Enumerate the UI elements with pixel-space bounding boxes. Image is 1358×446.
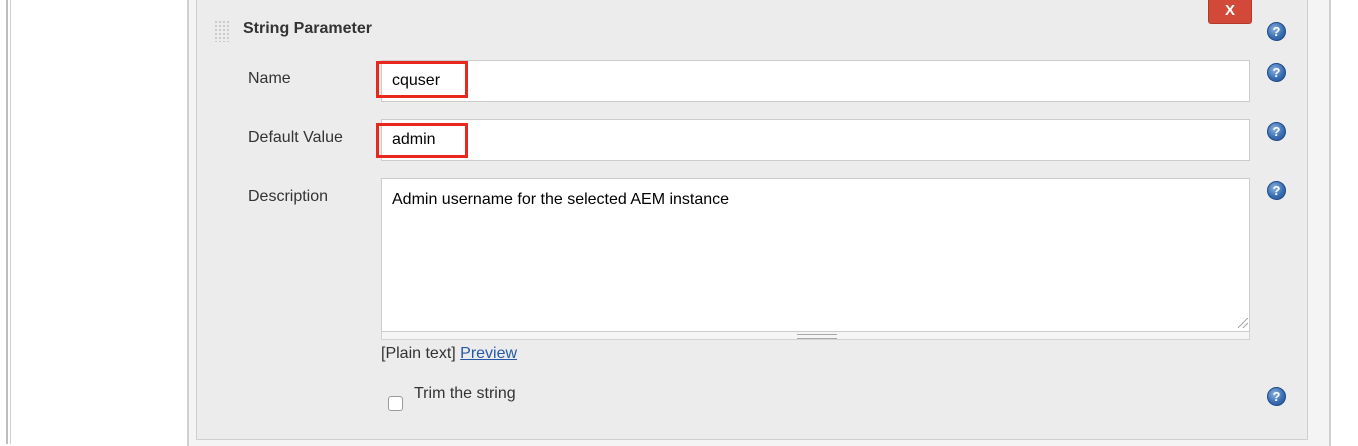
section-title: String Parameter [243, 20, 372, 37]
expand-grip-icon [797, 334, 837, 339]
description-label: Description [248, 188, 329, 205]
help-icon-name[interactable]: ? [1267, 63, 1286, 82]
left-sidebar-divider [6, 0, 8, 444]
preview-link[interactable]: Preview [460, 345, 517, 362]
trim-label: Trim the string [414, 385, 516, 402]
help-icon-description[interactable]: ? [1267, 181, 1286, 200]
drag-handle-icon[interactable] [214, 20, 230, 42]
trim-checkbox[interactable] [388, 396, 403, 411]
name-input[interactable] [381, 60, 1250, 102]
help-icon-section[interactable]: ? [1267, 22, 1286, 41]
help-icon-trim[interactable]: ? [1267, 387, 1286, 406]
name-label: Name [248, 70, 291, 87]
delete-parameter-button[interactable]: X [1208, 0, 1252, 24]
help-icon-default-value[interactable]: ? [1267, 122, 1286, 141]
plain-text-label: [Plain text] [381, 345, 456, 362]
default-value-input[interactable] [381, 119, 1250, 161]
format-info: [Plain text] Preview [381, 345, 517, 363]
resize-grip-icon[interactable] [1238, 318, 1248, 328]
default-value-label: Default Value [248, 129, 343, 146]
description-textarea[interactable]: Admin username for the selected AEM inst… [381, 178, 1250, 332]
